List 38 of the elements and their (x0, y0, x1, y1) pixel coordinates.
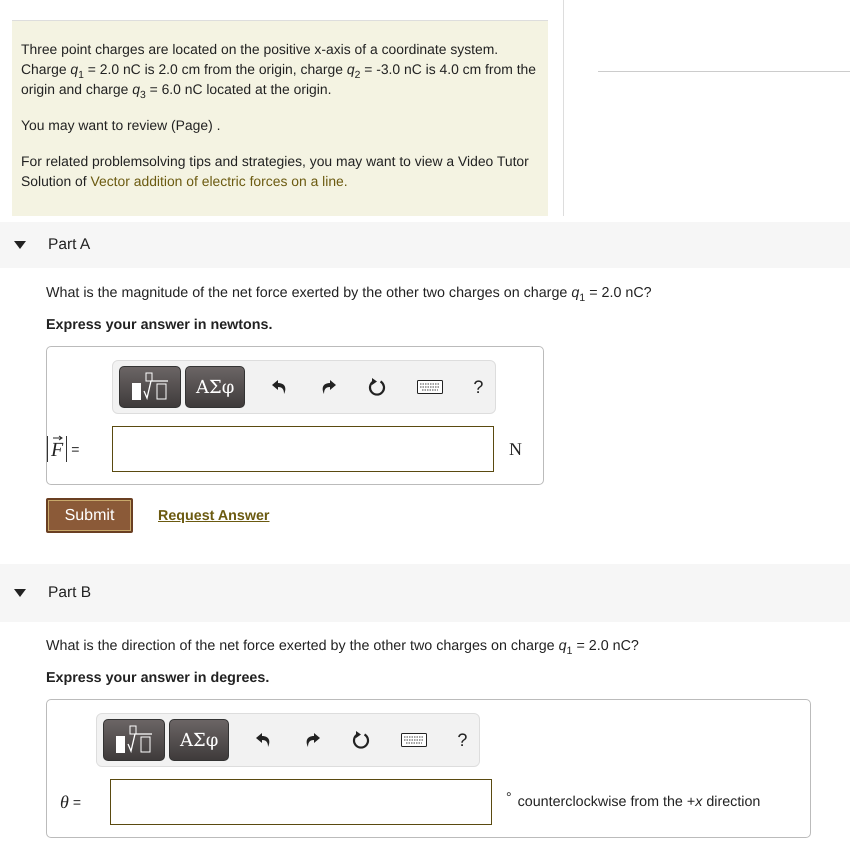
vector-arrow-icon (53, 435, 63, 441)
keyboard-button[interactable] (417, 380, 444, 394)
tip-text: For related problemsolving tips and strategies, you may want to view a Video Tutor Solution of Vector addition of electric forces on a line. (21, 152, 530, 191)
unit-label: N (509, 438, 522, 460)
question-text: What is the magnitude of the net force exerted by the other two charges on charge q$_{1}$ = 2.0 nC? (46, 285, 652, 301)
reset-icon (351, 730, 372, 750)
reset-button[interactable] (367, 377, 388, 397)
answer-instruction: Express your answer in newtons. (46, 317, 274, 333)
question-text: What is the direction of the net force exerted by the other two charges on charge q$_{1}$ = 2.0 nC? (46, 638, 639, 654)
unit-label: counterclockwise from the +x direction (518, 794, 760, 810)
reset-icon (367, 377, 388, 397)
help-button[interactable]: ? (473, 376, 484, 398)
part-header[interactable]: Part B (0, 564, 850, 622)
keyboard-button[interactable] (401, 733, 428, 747)
symbols-button[interactable]: ΑΣφ (169, 719, 230, 761)
root-template-icon (114, 724, 154, 756)
help-button[interactable]: ? (457, 730, 468, 750)
answer-field[interactable] (112, 426, 494, 472)
reset-button[interactable] (351, 730, 372, 750)
part-title: Part B (48, 584, 92, 602)
answer-variable: F = (47, 436, 112, 462)
templates-button[interactable] (119, 366, 181, 408)
keyboard-icon (401, 733, 428, 747)
answer-field[interactable] (110, 779, 492, 825)
root-template-icon (130, 371, 170, 403)
request-answer-link[interactable]: Request Answer (158, 508, 270, 524)
submit-button[interactable]: Submit (46, 498, 133, 533)
symbols-button[interactable]: ΑΣφ (185, 366, 246, 408)
problem-text: You may want to review (Page) . (21, 117, 220, 133)
answer-instruction: Express your answer in degrees. (46, 670, 270, 686)
answer-variable: θ = (60, 792, 82, 812)
part-title: Part A (48, 236, 90, 254)
templates-button[interactable] (103, 719, 165, 761)
part-header[interactable]: Part A (0, 222, 850, 268)
degree-sign: ° (506, 789, 512, 805)
keyboard-icon (417, 380, 444, 394)
video-tutor-link[interactable]: Vector addition of electric forces on a line. (90, 173, 348, 189)
problem-text: Three point charges are located on the positive x-axis of a coordinate system. Charge q$_{1}$ = 2.0 nC is 2.0 cm from the origin, charge q$_{2}$ = -3.0 nC is 4.0 cm from the origin and charge q$_{3}$ = 6.0 nC located at the origin. (21, 41, 536, 97)
